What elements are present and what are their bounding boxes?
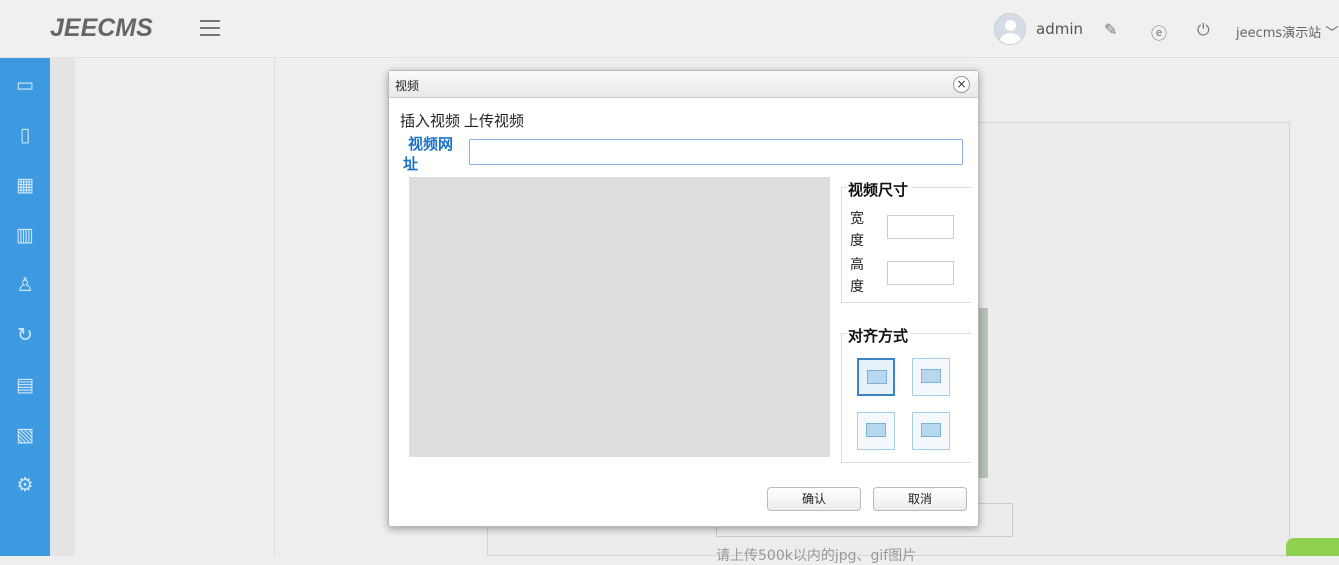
refresh-icon[interactable]: ↻ [13, 323, 37, 347]
cancel-button[interactable]: 取消 [873, 487, 967, 511]
video-url-input[interactable] [469, 139, 963, 165]
height-label: 高度 [850, 257, 864, 295]
username[interactable]: admin [1036, 20, 1083, 38]
width-label: 宽度 [850, 211, 864, 249]
monitor-icon[interactable]: ▭ [13, 73, 37, 97]
chart-icon[interactable]: ▥ [13, 223, 37, 247]
image-preview [978, 308, 988, 478]
gear-icon[interactable]: ⚙ [13, 473, 37, 497]
align-legend: 对齐方式 [848, 325, 912, 346]
align-right-option[interactable] [857, 412, 895, 450]
tab-upload-video[interactable]: 上传视频 [464, 112, 524, 130]
size-fieldset: 视频尺寸 宽度 高度 [841, 179, 971, 303]
grid-icon[interactable]: ▦ [13, 173, 37, 197]
confirm-button[interactable]: 确认 [767, 487, 861, 511]
sidebar: ▭ ▯ ▦ ▥ ♙ ↻ ▤ ▧ ⚙ [0, 58, 50, 556]
align-left-option[interactable] [912, 358, 950, 396]
site-selector[interactable]: jeecms演示站 ﹀ [1236, 22, 1338, 41]
dialog-tabs: 插入视频 上传视频 [400, 110, 528, 131]
power-icon[interactable]: ⏻ [1197, 20, 1210, 40]
document-icon[interactable]: ▯ [13, 123, 37, 147]
width-input[interactable] [887, 215, 954, 239]
dialog-header: 视频 × [389, 71, 978, 98]
box-icon[interactable]: ▤ [13, 373, 37, 397]
sub-panel [75, 58, 275, 556]
user-settings-icon[interactable]: ✎ [1104, 20, 1117, 39]
height-input[interactable] [887, 261, 954, 285]
url-label: 视频网址 [403, 135, 454, 173]
align-none-option[interactable] [857, 358, 895, 396]
size-legend: 视频尺寸 [848, 179, 912, 200]
browser-icon[interactable]: ⓔ [1151, 20, 1167, 44]
avatar[interactable] [994, 13, 1026, 45]
video-preview [409, 177, 830, 457]
align-center-option[interactable] [912, 412, 950, 450]
modules-icon[interactable]: ▧ [13, 423, 37, 447]
menu-toggle-icon[interactable] [200, 20, 220, 36]
logo: JEECMS [50, 14, 153, 42]
upload-hint: 请上传500k以内的jpg、gif图片 [716, 548, 917, 564]
top-bar: JEECMS admin ✎ ⓔ ⏻ jeecms演示站 ﹀ [0, 0, 1339, 58]
video-dialog: 视频 × 插入视频 上传视频 视频网址 视频尺寸 宽度 高度 对齐方式 确认 取消 [388, 70, 979, 527]
floating-widget[interactable] [1286, 538, 1339, 556]
sidebar-strip [50, 58, 75, 556]
tab-insert-video[interactable]: 插入视频 [400, 112, 460, 130]
close-icon[interactable]: × [953, 76, 970, 93]
align-fieldset: 对齐方式 [841, 325, 971, 463]
dialog-title: 视频 [395, 79, 420, 93]
user-icon[interactable]: ♙ [13, 273, 37, 297]
